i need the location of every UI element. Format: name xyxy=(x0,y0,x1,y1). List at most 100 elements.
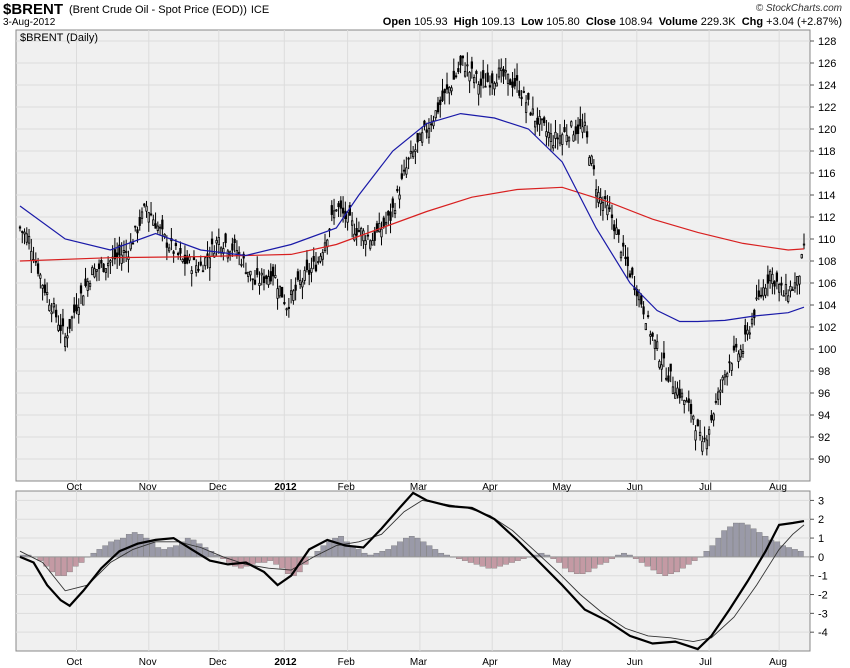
macd-histogram-bar xyxy=(721,530,728,558)
price-x-label: Mar xyxy=(410,482,428,493)
macd-histogram-bar xyxy=(414,537,421,558)
price-candle-body xyxy=(308,269,311,275)
price-candle-body xyxy=(240,263,243,266)
macd-histogram-bar xyxy=(432,549,439,558)
price-candle-body xyxy=(68,318,71,329)
price-candle-body xyxy=(463,70,467,77)
price-candle-body xyxy=(177,252,180,256)
macd-histogram-bar xyxy=(579,556,586,574)
price-candle-body xyxy=(613,224,616,232)
price-candle-body xyxy=(274,275,277,278)
price-candle-body xyxy=(626,256,629,267)
price-candle-body xyxy=(122,250,126,253)
price-x-label: Nov xyxy=(139,482,157,493)
price-candle-body xyxy=(497,67,501,78)
price-candle-body xyxy=(448,87,451,94)
price-candle-body xyxy=(443,88,446,94)
macd-histogram-bar xyxy=(503,556,509,565)
price-candle-body xyxy=(283,302,286,305)
price-tick-label: 106 xyxy=(818,278,836,290)
price-candle-body xyxy=(267,276,270,286)
price-candle-body xyxy=(610,214,614,219)
price-candle-body xyxy=(515,75,519,81)
price-candle-body xyxy=(332,210,336,219)
price-candle-body xyxy=(472,76,476,84)
price-tick-label: 126 xyxy=(818,58,836,70)
price-candle-body xyxy=(294,284,297,291)
price-candle-body xyxy=(224,233,227,244)
price-candle-body xyxy=(120,254,123,264)
macd-x-label: Jun xyxy=(627,657,643,668)
macd-histogram-bar xyxy=(391,545,397,558)
price-candle-body xyxy=(310,267,313,273)
price-candle-body xyxy=(165,242,168,248)
price-candle-body xyxy=(416,132,419,143)
price-candle-body xyxy=(717,391,720,400)
price-candle-body xyxy=(687,398,690,403)
price-tick-label: 128 xyxy=(818,36,836,48)
price-candle-body xyxy=(104,268,107,273)
price-tick-label: 112 xyxy=(818,212,836,224)
price-candle-body xyxy=(538,115,541,125)
price-candle-body xyxy=(321,252,324,260)
price-candle-body xyxy=(730,363,733,371)
macd-tick-label: 3 xyxy=(818,495,824,507)
price-candle-body xyxy=(529,112,532,116)
price-candle-body xyxy=(454,75,458,78)
price-candle-body xyxy=(662,352,666,359)
price-candle-body xyxy=(55,309,58,318)
price-candle-body xyxy=(698,431,702,436)
price-candle-body xyxy=(48,304,51,311)
price-x-label: May xyxy=(552,482,571,493)
price-candle-body xyxy=(660,364,663,370)
price-candle-body xyxy=(728,361,731,364)
price-candle-body xyxy=(504,70,507,73)
price-candle-body xyxy=(737,353,740,362)
price-candle-body xyxy=(39,274,42,279)
price-candle-body xyxy=(606,204,609,216)
price-candle-body xyxy=(140,211,144,219)
price-tick-label: 90 xyxy=(818,454,830,466)
price-candle-body xyxy=(796,276,799,286)
price-candle-body xyxy=(692,415,695,420)
macd-histogram-bar xyxy=(680,556,686,569)
price-candle-body xyxy=(405,167,408,175)
price-candle-body xyxy=(644,323,647,331)
price-candle-body xyxy=(556,137,559,140)
price-candle-body xyxy=(459,55,462,66)
price-candle-body xyxy=(136,229,139,234)
price-candle-body xyxy=(210,238,214,245)
price-tick-label: 108 xyxy=(818,256,836,268)
price-candle-body xyxy=(41,284,44,289)
price-candle-body xyxy=(457,68,460,73)
macd-x-label: May xyxy=(552,657,571,668)
macd-histogram-bar xyxy=(750,528,757,558)
price-candle-body xyxy=(649,334,652,337)
price-candle-body xyxy=(43,284,46,293)
macd-histogram-bar xyxy=(591,556,598,569)
macd-histogram-bar xyxy=(709,545,716,558)
price-candle-body xyxy=(154,223,157,229)
price-candle-body xyxy=(251,278,254,281)
price-candle-body xyxy=(393,210,397,215)
price-tick-label: 110 xyxy=(818,234,836,246)
price-candle-body xyxy=(163,233,166,237)
price-candle-body xyxy=(262,276,266,283)
price-candle-body xyxy=(802,243,806,246)
macd-x-label: Feb xyxy=(338,657,356,668)
macd-histogram-bar xyxy=(715,537,722,558)
macd-histogram-bar xyxy=(656,556,663,574)
price-candle-body xyxy=(685,400,688,403)
price-candle-body xyxy=(215,240,218,244)
price-candle-body xyxy=(588,157,591,166)
price-candle-body xyxy=(305,259,309,271)
macd-histogram-bar xyxy=(461,556,468,561)
macd-panel-bg xyxy=(15,490,811,652)
price-candle-body xyxy=(486,72,489,82)
price-candle-body xyxy=(646,315,650,317)
price-candle-body xyxy=(567,137,571,142)
macd-x-label: Mar xyxy=(410,657,428,668)
price-candle-body xyxy=(299,279,302,285)
price-candle-body xyxy=(79,285,83,294)
price-candle-body xyxy=(380,228,383,238)
